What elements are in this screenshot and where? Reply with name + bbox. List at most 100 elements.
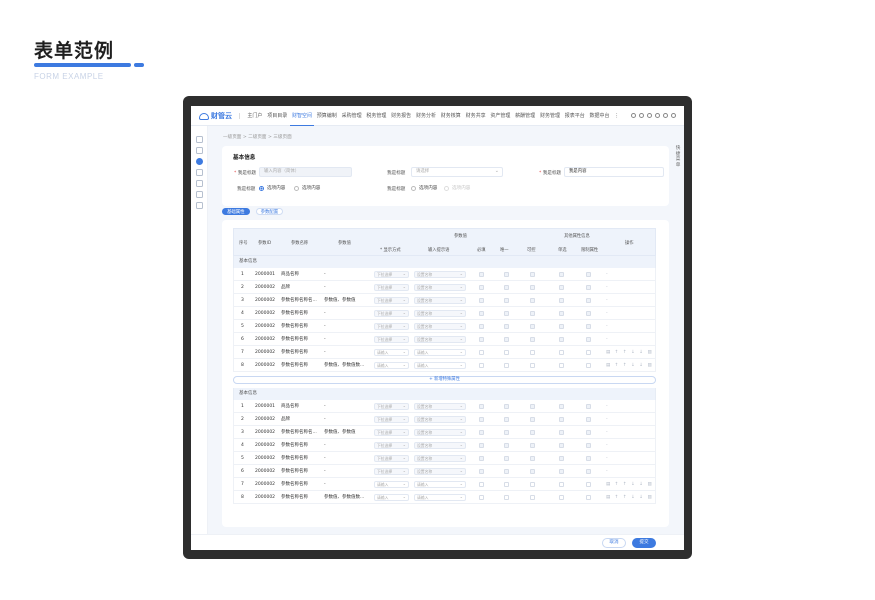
nav-item[interactable]: 财智空间 [289, 106, 315, 126]
nav-item[interactable]: 薪酬管理 [513, 106, 538, 126]
unique-checkbox[interactable] [504, 456, 509, 461]
unique-checkbox[interactable] [504, 350, 509, 355]
multi-checkbox[interactable] [559, 404, 564, 409]
multi-checkbox[interactable] [559, 272, 564, 277]
readonly-checkbox[interactable] [530, 311, 535, 316]
hint-input[interactable]: 设置名称 [414, 455, 466, 462]
hint-input[interactable]: 设置名称 [414, 323, 466, 330]
radio-option-b[interactable]: 选项内容 [294, 185, 320, 191]
attr-checkbox[interactable] [586, 272, 591, 277]
attr-checkbox[interactable] [586, 469, 591, 474]
display-select[interactable]: 下拉选择 [374, 297, 409, 304]
title-input[interactable]: 输入内容（简体） [259, 167, 352, 177]
display-select[interactable]: 下拉选择 [374, 429, 409, 436]
multi-checkbox[interactable] [559, 482, 564, 487]
attr-checkbox[interactable] [586, 404, 591, 409]
nav-item[interactable]: 采购管理 [339, 106, 364, 126]
attr-checkbox[interactable] [586, 298, 591, 303]
nav-item[interactable]: 财务核算 [438, 106, 463, 126]
unique-checkbox[interactable] [504, 298, 509, 303]
quick-menu-tab[interactable]: 快捷菜单 [674, 146, 682, 168]
nav-item[interactable]: 财务管理 [538, 106, 563, 126]
readonly-checkbox[interactable] [530, 363, 535, 368]
nav-item[interactable]: 报表平台 [562, 106, 587, 126]
display-select[interactable]: 请输入 [374, 481, 409, 488]
display-select[interactable]: 下拉选择 [374, 271, 409, 278]
display-select[interactable]: 下拉选择 [374, 455, 409, 462]
required-checkbox[interactable] [479, 298, 484, 303]
required-checkbox[interactable] [479, 430, 484, 435]
readonly-checkbox[interactable] [530, 337, 535, 342]
multi-checkbox[interactable] [559, 350, 564, 355]
row-action-icons[interactable]: ▤ ↑ ↑ ↓ ↓ ▥ [606, 346, 653, 359]
readonly-checkbox[interactable] [530, 482, 535, 487]
attr-checkbox[interactable] [586, 495, 591, 500]
content-input[interactable]: 我是内容 [564, 167, 664, 177]
required-checkbox[interactable] [479, 272, 484, 277]
readonly-checkbox[interactable] [530, 285, 535, 290]
hint-input[interactable]: 设置名称 [414, 416, 466, 423]
unique-checkbox[interactable] [504, 417, 509, 422]
readonly-checkbox[interactable] [530, 298, 535, 303]
document-icon[interactable] [196, 180, 203, 187]
clock-icon[interactable] [647, 113, 652, 118]
unique-checkbox[interactable] [504, 443, 509, 448]
attr-checkbox[interactable] [586, 482, 591, 487]
unique-checkbox[interactable] [504, 337, 509, 342]
multi-checkbox[interactable] [559, 417, 564, 422]
upload-icon[interactable] [196, 169, 203, 176]
hint-input[interactable]: 请输入 [414, 362, 466, 369]
nav-item[interactable]: 财务分析 [414, 106, 439, 126]
multi-checkbox[interactable] [559, 363, 564, 368]
hint-input[interactable]: 设置名称 [414, 468, 466, 475]
required-checkbox[interactable] [479, 404, 484, 409]
help-icon[interactable] [655, 113, 660, 118]
search-icon[interactable] [196, 147, 203, 154]
tab-basic-attributes[interactable]: 基础属性 [222, 208, 250, 215]
multi-checkbox[interactable] [559, 324, 564, 329]
required-checkbox[interactable] [479, 417, 484, 422]
nav-item[interactable]: 预算编制 [314, 106, 339, 126]
multi-checkbox[interactable] [559, 495, 564, 500]
hint-input[interactable]: 设置名称 [414, 284, 466, 291]
nav-item[interactable]: 资产管理 [488, 106, 513, 126]
multi-checkbox[interactable] [559, 311, 564, 316]
display-select[interactable]: 下拉选择 [374, 468, 409, 475]
readonly-checkbox[interactable] [530, 456, 535, 461]
user-icon[interactable] [663, 113, 668, 118]
hint-input[interactable]: 设置名称 [414, 442, 466, 449]
app-logo[interactable]: 财管云 [199, 111, 232, 121]
display-select[interactable]: 下拉选择 [374, 284, 409, 291]
unique-checkbox[interactable] [504, 363, 509, 368]
radio-option-c[interactable]: 选项内容 [411, 185, 437, 191]
submit-button[interactable]: 提交 [632, 538, 656, 548]
readonly-checkbox[interactable] [530, 404, 535, 409]
search-icon[interactable] [631, 113, 636, 118]
cancel-button[interactable]: 取消 [602, 538, 626, 548]
display-select[interactable]: 下拉选择 [374, 416, 409, 423]
readonly-checkbox[interactable] [530, 272, 535, 277]
readonly-checkbox[interactable] [530, 443, 535, 448]
unique-checkbox[interactable] [504, 404, 509, 409]
nav-item[interactable]: 主门户 [245, 106, 265, 126]
person-icon[interactable] [196, 158, 203, 165]
row-action-icons[interactable]: ▤ ↑ ↑ ↓ ↓ ▥ [606, 478, 653, 491]
attr-checkbox[interactable] [586, 430, 591, 435]
more-icon[interactable]: ⋮ [612, 106, 622, 126]
nav-item[interactable]: 财务共享 [463, 106, 488, 126]
hint-input[interactable]: 设置名称 [414, 429, 466, 436]
unique-checkbox[interactable] [504, 430, 509, 435]
add-attribute-button[interactable]: + 新增特殊属性 [233, 376, 656, 384]
attr-checkbox[interactable] [586, 417, 591, 422]
hint-input[interactable]: 设置名称 [414, 403, 466, 410]
unique-checkbox[interactable] [504, 272, 509, 277]
hint-input[interactable]: 设置名称 [414, 336, 466, 343]
unique-checkbox[interactable] [504, 495, 509, 500]
nav-item[interactable]: 项目目录 [265, 106, 290, 126]
required-checkbox[interactable] [479, 311, 484, 316]
hint-input[interactable]: 设置名称 [414, 310, 466, 317]
attr-checkbox[interactable] [586, 443, 591, 448]
multi-checkbox[interactable] [559, 456, 564, 461]
unique-checkbox[interactable] [504, 311, 509, 316]
readonly-checkbox[interactable] [530, 495, 535, 500]
